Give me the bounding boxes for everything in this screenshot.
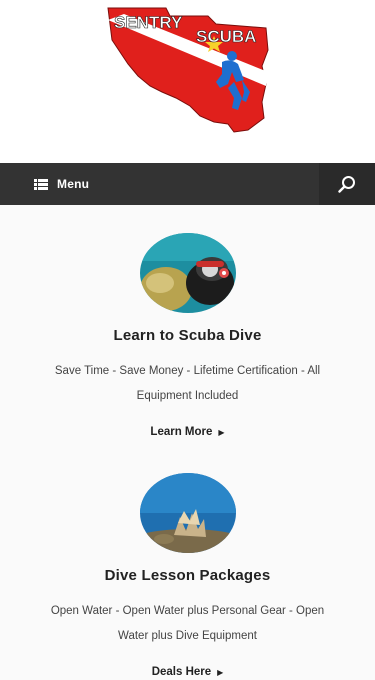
search-icon — [338, 176, 355, 193]
triangle-right-icon: ▶ — [217, 667, 224, 677]
svg-text:SENTRY: SENTRY — [114, 13, 183, 32]
cta-label: Deals Here — [151, 666, 212, 678]
menu-toggle-button[interactable]: Menu — [0, 163, 89, 205]
menu-label: Menu — [57, 177, 90, 191]
section-title: Learn to Scuba Dive — [113, 327, 262, 344]
dive-packages-section: Dive Lesson Packages Open Water - Open W… — [0, 440, 375, 680]
main-navbar: Menu — [0, 163, 375, 205]
deals-here-link[interactable]: Deals Here ▶ — [152, 666, 224, 678]
coral-reef-photo — [139, 473, 236, 553]
section-description: Open Water - Open Water plus Personal Ge… — [50, 605, 325, 642]
triangle-right-icon: ▶ — [218, 427, 225, 437]
scuba-diver-photo — [139, 233, 236, 313]
search-button[interactable] — [319, 163, 375, 205]
section-description: Save Time - Save Money - Lifetime Certif… — [54, 365, 321, 402]
sentry-scuba-logo[interactable]: SENTRY SCUBA — [104, 6, 274, 134]
cta-label: Learn More — [150, 426, 213, 438]
learn-to-dive-section: Learn to Scuba Dive Save Time - Save Mon… — [0, 205, 375, 440]
svg-text:SCUBA: SCUBA — [196, 27, 256, 46]
site-header: SENTRY SCUBA — [0, 0, 375, 163]
learn-more-link[interactable]: Learn More ▶ — [150, 426, 224, 438]
section-title: Dive Lesson Packages — [104, 567, 271, 584]
list-icon — [34, 178, 48, 190]
